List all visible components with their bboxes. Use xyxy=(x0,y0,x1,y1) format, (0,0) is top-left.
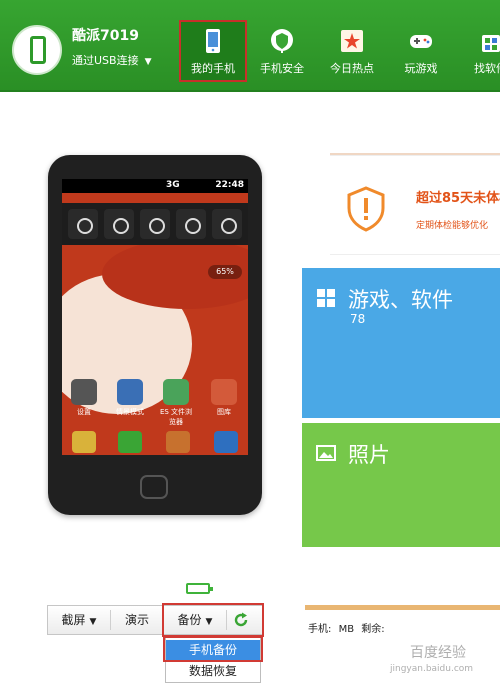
nav-label: 玩游戏 xyxy=(404,62,438,75)
nav-label: 找软件 xyxy=(474,62,500,75)
photo-icon xyxy=(316,445,336,461)
screenshot-button[interactable]: 截屏 ▼ xyxy=(48,606,110,634)
watermark: 百度经验 jingyan.baidu.com xyxy=(380,636,500,682)
tile-count: 78 xyxy=(350,312,366,326)
gallery-icon xyxy=(211,379,237,405)
app-label: 设置 xyxy=(77,408,91,416)
sync-icon xyxy=(176,209,206,239)
app-label: ES 文件浏览器 xyxy=(159,408,193,426)
nav-label: 我的手机 xyxy=(191,62,235,75)
sms-icon xyxy=(72,431,96,453)
app-gallery: 图库 xyxy=(206,379,242,417)
gear-icon xyxy=(71,379,97,405)
nav-hot-news[interactable]: 今日热点 xyxy=(318,20,386,82)
app-grid-icon xyxy=(317,289,335,307)
device-name: 酷派7019 xyxy=(72,28,139,44)
data-icon xyxy=(140,209,170,239)
wifi-icon xyxy=(68,209,98,239)
demo-label: 演示 xyxy=(124,613,149,627)
brightness-icon xyxy=(212,209,242,239)
tile-games-software[interactable]: 游戏、软件 78 xyxy=(302,268,500,418)
watermark-url: jingyan.baidu.com xyxy=(390,664,474,674)
tile-photos[interactable]: 照片 xyxy=(302,423,500,547)
folder-icon xyxy=(163,379,189,405)
app-label: 图库 xyxy=(217,408,231,416)
health-check-alert[interactable]: 超过85天未体检 定期体检能够优化 xyxy=(330,155,500,255)
alert-subtitle: 定期体检能够优化 xyxy=(416,221,489,231)
nav-play-games[interactable]: 玩游戏 xyxy=(387,20,455,82)
nav-find-software[interactable]: 找软件 xyxy=(456,20,500,82)
network-indicator: 3G xyxy=(166,180,180,190)
storage-remaining-label: 剩余: xyxy=(361,624,385,635)
storage-info: 手机: MB 剩余: xyxy=(308,620,389,635)
battery-widget: 65% xyxy=(208,265,242,279)
shield-icon xyxy=(271,29,293,53)
star-icon xyxy=(341,30,363,52)
menu-item-data-restore[interactable]: 数据恢复 xyxy=(166,661,260,682)
gamepad-icon xyxy=(410,35,432,48)
menu-highlight-box xyxy=(163,636,263,662)
phone-outline-icon xyxy=(30,36,46,64)
device-avatar[interactable] xyxy=(12,25,62,75)
demo-button[interactable]: 演示 xyxy=(111,606,163,634)
nav-my-phone[interactable]: 我的手机 xyxy=(179,20,247,82)
app-grid-icon xyxy=(214,431,238,453)
nav-phone-security[interactable]: 手机安全 xyxy=(248,20,316,82)
phone-dock xyxy=(62,429,248,455)
storage-phone-label: 手机: xyxy=(308,624,332,635)
bluetooth-icon xyxy=(104,209,134,239)
app-store-icon xyxy=(482,35,500,52)
connection-label: 通过USB连接 xyxy=(72,54,139,67)
connection-selector[interactable]: 通过USB连接 ▼ xyxy=(72,52,152,68)
phone-preview[interactable]: 3G 22:48 65% 设置 情景模式 ES 文件浏览器 图库 xyxy=(48,155,262,515)
device-battery-icon xyxy=(186,583,213,594)
scene-icon xyxy=(117,379,143,405)
alert-title: 超过85天未体检 xyxy=(416,191,500,206)
phone-call-icon xyxy=(118,431,142,453)
home-button-icon xyxy=(140,475,168,499)
chevron-down-icon: ▼ xyxy=(89,617,97,627)
quick-settings-bar xyxy=(62,203,248,245)
storage-phone-value: MB xyxy=(338,624,355,635)
app-scene-mode: 情景模式 xyxy=(112,379,148,417)
contacts-icon xyxy=(166,431,190,453)
tile-title: 照片 xyxy=(348,443,390,467)
chevron-down-icon: ▼ xyxy=(144,57,152,67)
phone-icon xyxy=(206,29,220,53)
app-label: 情景模式 xyxy=(116,408,144,416)
phone-screen: 3G 22:48 65% 设置 情景模式 ES 文件浏览器 图库 xyxy=(62,179,248,455)
nav-label: 今日热点 xyxy=(330,62,374,75)
nav-label: 手机安全 xyxy=(260,62,304,75)
watermark-title: 百度经验 xyxy=(410,645,466,661)
backup-highlight-box xyxy=(162,603,264,637)
storage-bar xyxy=(305,605,500,610)
app-settings: 设置 xyxy=(66,379,102,417)
warning-shield-icon xyxy=(347,186,385,232)
app-es-file: ES 文件浏览器 xyxy=(158,379,194,427)
top-bar: 酷派7019 通过USB连接 ▼ 我的手机 手机安全 今日热点 玩游戏 找软 xyxy=(0,0,500,92)
screenshot-label: 截屏 xyxy=(61,613,86,627)
phone-clock: 22:48 xyxy=(215,180,244,190)
phone-status-bar: 3G 22:48 xyxy=(62,179,248,193)
tile-title: 游戏、软件 xyxy=(348,288,453,312)
